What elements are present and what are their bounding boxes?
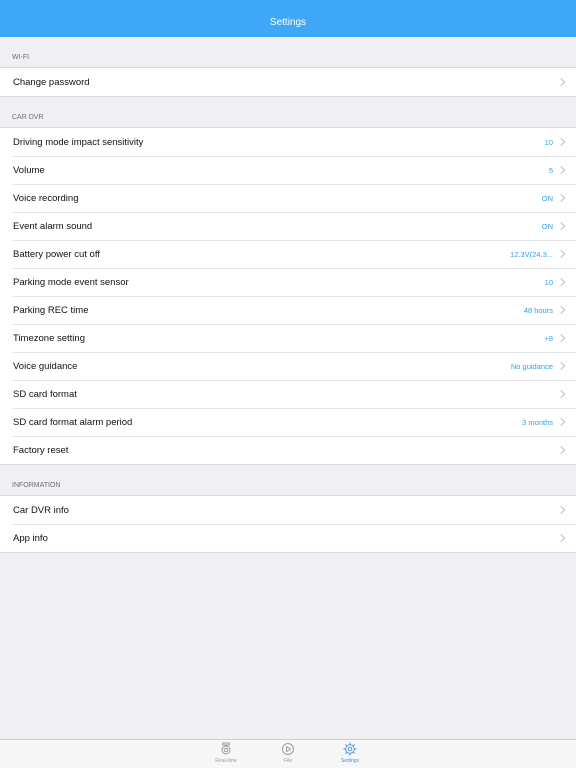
row-change-password[interactable]: Change password <box>0 68 576 96</box>
row-parking-mode-event-sensor[interactable]: Parking mode event sensor 10 <box>0 268 576 296</box>
row-battery-power-cut-off[interactable]: Battery power cut off 12.3V(24.3... <box>0 240 576 268</box>
row-value: 10 <box>544 137 553 147</box>
row-value: +8 <box>544 333 553 343</box>
row-value: ON <box>541 193 553 203</box>
play-icon <box>282 743 294 755</box>
row-label: Factory reset <box>13 444 69 456</box>
chevron-right-icon <box>556 361 566 371</box>
dashcam-icon <box>221 742 231 755</box>
row-timezone-setting[interactable]: Timezone setting +8 <box>0 324 576 352</box>
row-label: SD card format <box>13 388 77 400</box>
chevron-right-icon <box>556 305 566 315</box>
row-parking-rec-time[interactable]: Parking REC time 48 hours <box>0 296 576 324</box>
row-event-alarm-sound[interactable]: Event alarm sound ON <box>0 212 576 240</box>
section-header-car-dvr: CAR DVR <box>12 114 44 121</box>
section-information: Car DVR info App info <box>0 495 576 553</box>
chevron-right-icon <box>556 77 566 87</box>
row-label: Timezone setting <box>13 332 85 344</box>
navigation-bar: Settings <box>0 0 576 37</box>
row-value: 10 <box>544 277 553 287</box>
row-volume[interactable]: Volume 5 <box>0 156 576 184</box>
row-label: SD card format alarm period <box>13 416 133 428</box>
tab-label: Real-time <box>215 758 237 764</box>
chevron-right-icon <box>556 277 566 287</box>
chevron-right-icon <box>556 417 566 427</box>
row-driving-mode-impact-sensitivity[interactable]: Driving mode impact sensitivity 10 <box>0 128 576 156</box>
row-car-dvr-info[interactable]: Car DVR info <box>0 496 576 524</box>
tab-file[interactable]: File <box>268 742 308 764</box>
chevron-right-icon <box>556 533 566 543</box>
row-factory-reset[interactable]: Factory reset <box>0 436 576 464</box>
chevron-right-icon <box>556 137 566 147</box>
tab-bar: Real-time File Settings <box>0 739 576 768</box>
row-label: Event alarm sound <box>13 220 93 232</box>
row-label: Parking mode event sensor <box>13 276 129 288</box>
row-value: 12.3V(24.3... <box>510 249 553 259</box>
section-car-dvr: Driving mode impact sensitivity 10 Volum… <box>0 127 576 465</box>
row-label: Voice guidance <box>13 360 78 372</box>
row-value: 48 hours <box>523 305 553 315</box>
row-label: Change password <box>13 76 90 88</box>
row-sd-card-format-alarm-period[interactable]: SD card format alarm period 3 months <box>0 408 576 436</box>
section-header-information: INFORMATION <box>12 482 61 489</box>
chevron-right-icon <box>556 193 566 203</box>
row-sd-card-format[interactable]: SD card format <box>0 380 576 408</box>
gear-icon <box>343 742 357 756</box>
page-title: Settings <box>269 17 307 28</box>
row-label: Driving mode impact sensitivity <box>13 136 144 148</box>
row-label: Battery power cut off <box>13 248 100 260</box>
row-value: 3 months <box>522 417 553 427</box>
row-label: Car DVR info <box>13 504 69 516</box>
row-value: ON <box>541 221 553 231</box>
tab-real-time[interactable]: Real-time <box>206 742 246 764</box>
row-label: Volume <box>13 164 45 176</box>
row-app-info[interactable]: App info <box>0 524 576 552</box>
row-value: 5 <box>548 165 553 175</box>
row-voice-recording[interactable]: Voice recording ON <box>0 184 576 212</box>
section-header-wifi: WI-FI <box>12 54 30 61</box>
chevron-right-icon <box>556 505 566 515</box>
chevron-right-icon <box>556 389 566 399</box>
chevron-right-icon <box>556 333 566 343</box>
chevron-right-icon <box>556 249 566 259</box>
row-voice-guidance[interactable]: Voice guidance No guidance <box>0 352 576 380</box>
row-label: App info <box>13 532 48 544</box>
row-label: Voice recording <box>13 192 79 204</box>
tab-label: File <box>283 758 293 764</box>
chevron-right-icon <box>556 165 566 175</box>
section-wifi: Change password <box>0 67 576 97</box>
tab-label: Settings <box>340 758 360 764</box>
row-label: Parking REC time <box>13 304 89 316</box>
row-value: No guidance <box>510 361 553 371</box>
chevron-right-icon <box>556 221 566 231</box>
tab-settings[interactable]: Settings <box>330 742 370 764</box>
settings-list[interactable]: WI-FI Change password CAR DVR Driving mo… <box>0 37 576 553</box>
chevron-right-icon <box>556 445 566 455</box>
